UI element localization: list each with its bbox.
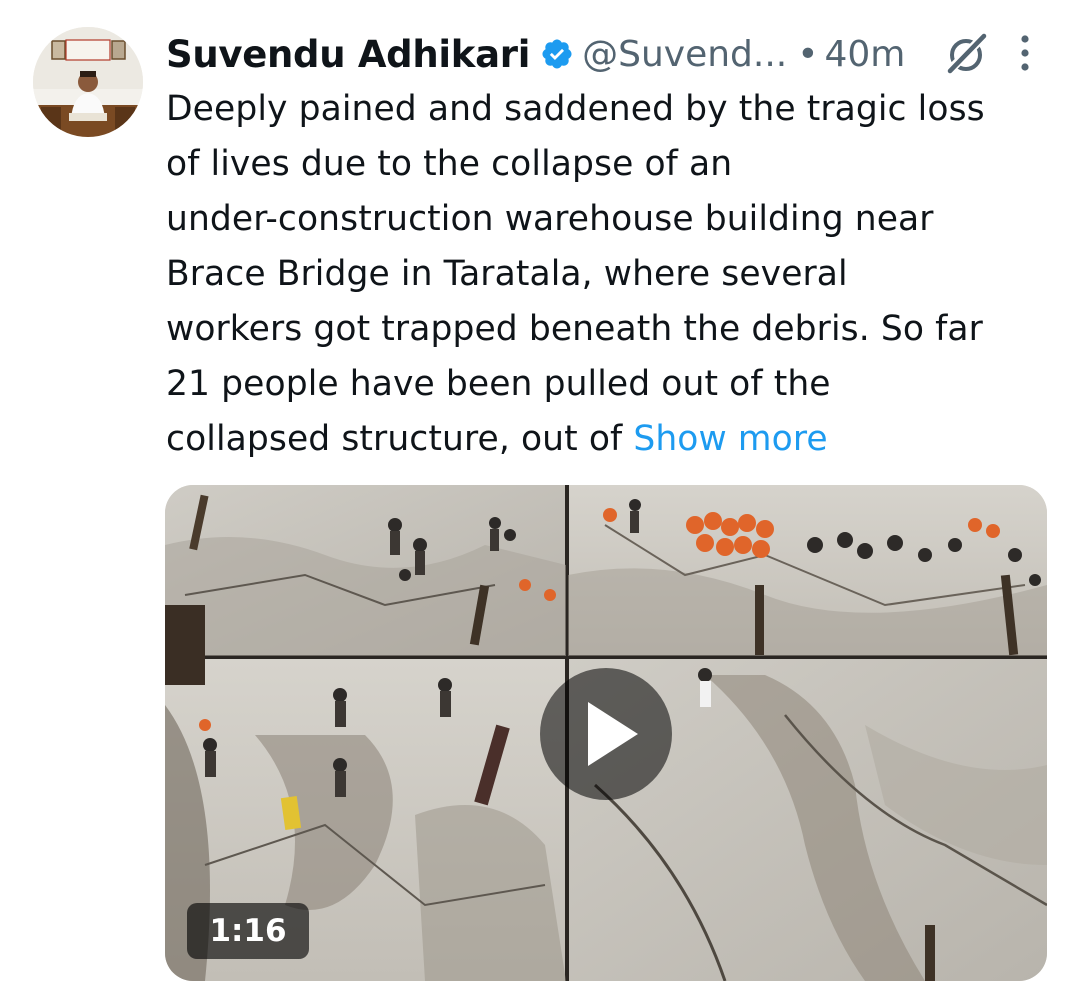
play-button[interactable]	[540, 668, 672, 800]
tweet-text-line: Brace Bridge in Taratala, where several	[166, 254, 848, 294]
tweet-text-line: 21 people have been pulled out of the	[166, 364, 831, 404]
video-player[interactable]: 1:16	[165, 485, 1047, 981]
tweet-text-line-last: collapsed structure, out of Show more	[166, 412, 1056, 467]
tweet-text-line: Deeply pained and saddened by the tragic…	[166, 89, 985, 129]
video-duration: 1:16	[187, 903, 309, 959]
author-name[interactable]: Suvendu Adhikari	[166, 33, 530, 76]
timestamp[interactable]: 40m	[824, 34, 905, 75]
tweet-text-line: workers got trapped beneath the debris. …	[166, 309, 983, 349]
play-icon	[588, 702, 638, 766]
tweet-text-line: under-construction warehouse building ne…	[166, 199, 934, 239]
tweet-card[interactable]: Suvendu Adhikari @Suvend... • 40m Deeply…	[0, 0, 1080, 998]
more-options-icon[interactable]	[1012, 32, 1038, 74]
tweet-text-line: of lives due to the collapse of an	[166, 144, 733, 184]
grok-icon[interactable]	[942, 30, 990, 78]
tweet-text: Deeply pained and saddened by the tragic…	[166, 82, 1056, 467]
verified-badge-icon	[540, 37, 574, 71]
author-handle[interactable]: @Suvend...	[582, 34, 787, 75]
separator-dot: •	[797, 33, 819, 75]
show-more-link[interactable]: Show more	[633, 419, 827, 459]
tweet-text-tail: collapsed structure, out of	[166, 419, 634, 459]
tweet-header: Suvendu Adhikari @Suvend... • 40m	[166, 26, 905, 82]
avatar[interactable]	[33, 27, 143, 137]
